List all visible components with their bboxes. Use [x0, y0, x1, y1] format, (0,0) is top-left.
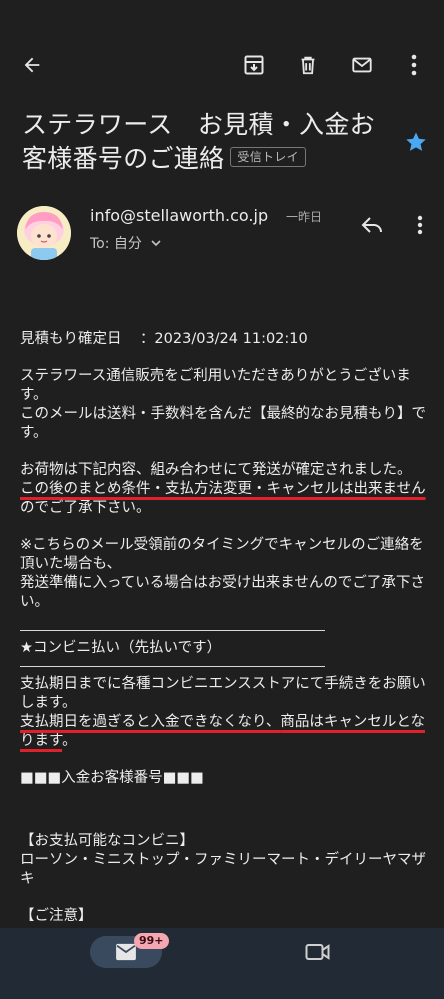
trash-icon: [301, 56, 315, 75]
divider: [20, 630, 325, 631]
customer-number-heading: ■■■入金お客様番号■■■: [20, 770, 204, 786]
mail-icon: [116, 943, 136, 961]
sender-email: info@stellaworth.co.jp: [90, 206, 269, 225]
email-body: 見積もり確定日 ：2023/03/24 11:02:10 ステラワース通信販売を…: [20, 330, 430, 944]
back-button[interactable]: [14, 40, 50, 90]
paragraph-thanks: ステラワース通信販売をご利用いただきありがとうございます。 このメールは送料・手…: [20, 367, 430, 443]
recipient-label: To: 自分: [90, 236, 142, 252]
paragraph-cancel-note: ※こちらのメール受領前のタイミングでキャンセルのご連絡を頂いた場合も、 発送準備…: [20, 536, 430, 612]
divider: [20, 666, 325, 667]
stores-list: ローソン・ミニストップ・ファミリーマート・デイリーヤマザキ: [20, 852, 426, 887]
chevron-down-icon: [151, 240, 161, 247]
cancel-note-line2: 発送準備に入っている場合はお受け出来ませんのでご了承下さい。: [20, 575, 425, 610]
inbox-label-chip[interactable]: 受信トレイ: [230, 147, 306, 167]
confirm-date-line: 見積もり確定日 ：2023/03/24 11:02:10: [20, 330, 430, 349]
confirm-date-label: 見積もり確定日: [20, 331, 122, 347]
estimate-line: このメールは送料・手数料を含んだ【最終的なお見積もり】です。: [20, 406, 426, 441]
sender-avatar[interactable]: [17, 206, 71, 260]
delete-button[interactable]: [290, 40, 326, 90]
arrow-left-icon: [24, 57, 40, 73]
confirm-date-value: ：2023/03/24 11:02:10: [139, 331, 308, 347]
thanks-line: ステラワース通信販売をご利用いただきありがとうございます。: [20, 368, 411, 403]
cancel-note-line1: ※こちらのメール受領前のタイミングでキャンセルのご連絡を頂いた場合も、: [20, 537, 424, 572]
payment-instructions: 支払期日までに各種コンビニエンスストアにて手続きをお願いします。: [20, 676, 426, 711]
archive-icon: [244, 55, 264, 75]
change-condition-text: この後のまとめ条件・支払方法変更・: [20, 481, 267, 497]
unread-count-badge: 99+: [134, 933, 169, 949]
notice-title: 【ご注意】: [20, 908, 93, 924]
recipient-toggle[interactable]: To: 自分: [90, 233, 162, 253]
archive-button[interactable]: [236, 40, 272, 90]
reply-icon: [361, 217, 382, 233]
subject-text: ステラワース お見積・入金お客様番号のご連絡: [22, 110, 375, 173]
sent-time: 一昨日: [286, 210, 323, 224]
paragraph-stores: 【お支払可能なコンビニ】 ローソン・ミニストップ・ファミリーマート・デイリーヤマ…: [20, 832, 430, 889]
bottom-navigation: 99+: [0, 928, 444, 999]
reply-button[interactable]: [354, 205, 390, 245]
more-vert-icon: [417, 215, 423, 235]
period-text: 。: [62, 733, 77, 749]
star-button[interactable]: [404, 130, 428, 158]
top-toolbar: [0, 40, 444, 90]
more-options-button[interactable]: [396, 40, 432, 90]
mail-icon: [352, 57, 372, 73]
sender-row[interactable]: info@stellaworth.co.jp 一昨日 To: 自分: [0, 200, 444, 270]
shipping-confirmed-line: お荷物は下記内容、組み合わせにて発送が確定されました。: [20, 462, 412, 478]
paragraph-shipping: お荷物は下記内容、組み合わせにて発送が確定されました。 この後のまとめ条件・支払…: [20, 461, 430, 518]
more-vert-icon: [411, 54, 417, 76]
paragraph-payment: 支払期日までに各種コンビニエンスストアにて手続きをお願いします。 支払期日を過ぎ…: [20, 675, 430, 751]
acknowledge-text: のでご了承下さい。: [20, 500, 151, 516]
video-camera-icon: [305, 944, 330, 960]
no-cancel-text: キャンセルは出来ません: [266, 481, 426, 497]
section-title: ★コンビニ払い（先払いです）: [20, 640, 222, 656]
mark-unread-button[interactable]: [344, 40, 380, 90]
message-more-button[interactable]: [402, 205, 438, 245]
deadline-text: 支払期日を過ぎると入金できなくなり、: [20, 714, 281, 730]
stores-title: 【お支払可能なコンビニ】: [20, 833, 194, 849]
meet-tab[interactable]: [300, 928, 336, 976]
star-icon: [406, 132, 426, 151]
email-subject: ステラワース お見積・入金お客様番号のご連絡 受信トレイ: [22, 108, 382, 176]
